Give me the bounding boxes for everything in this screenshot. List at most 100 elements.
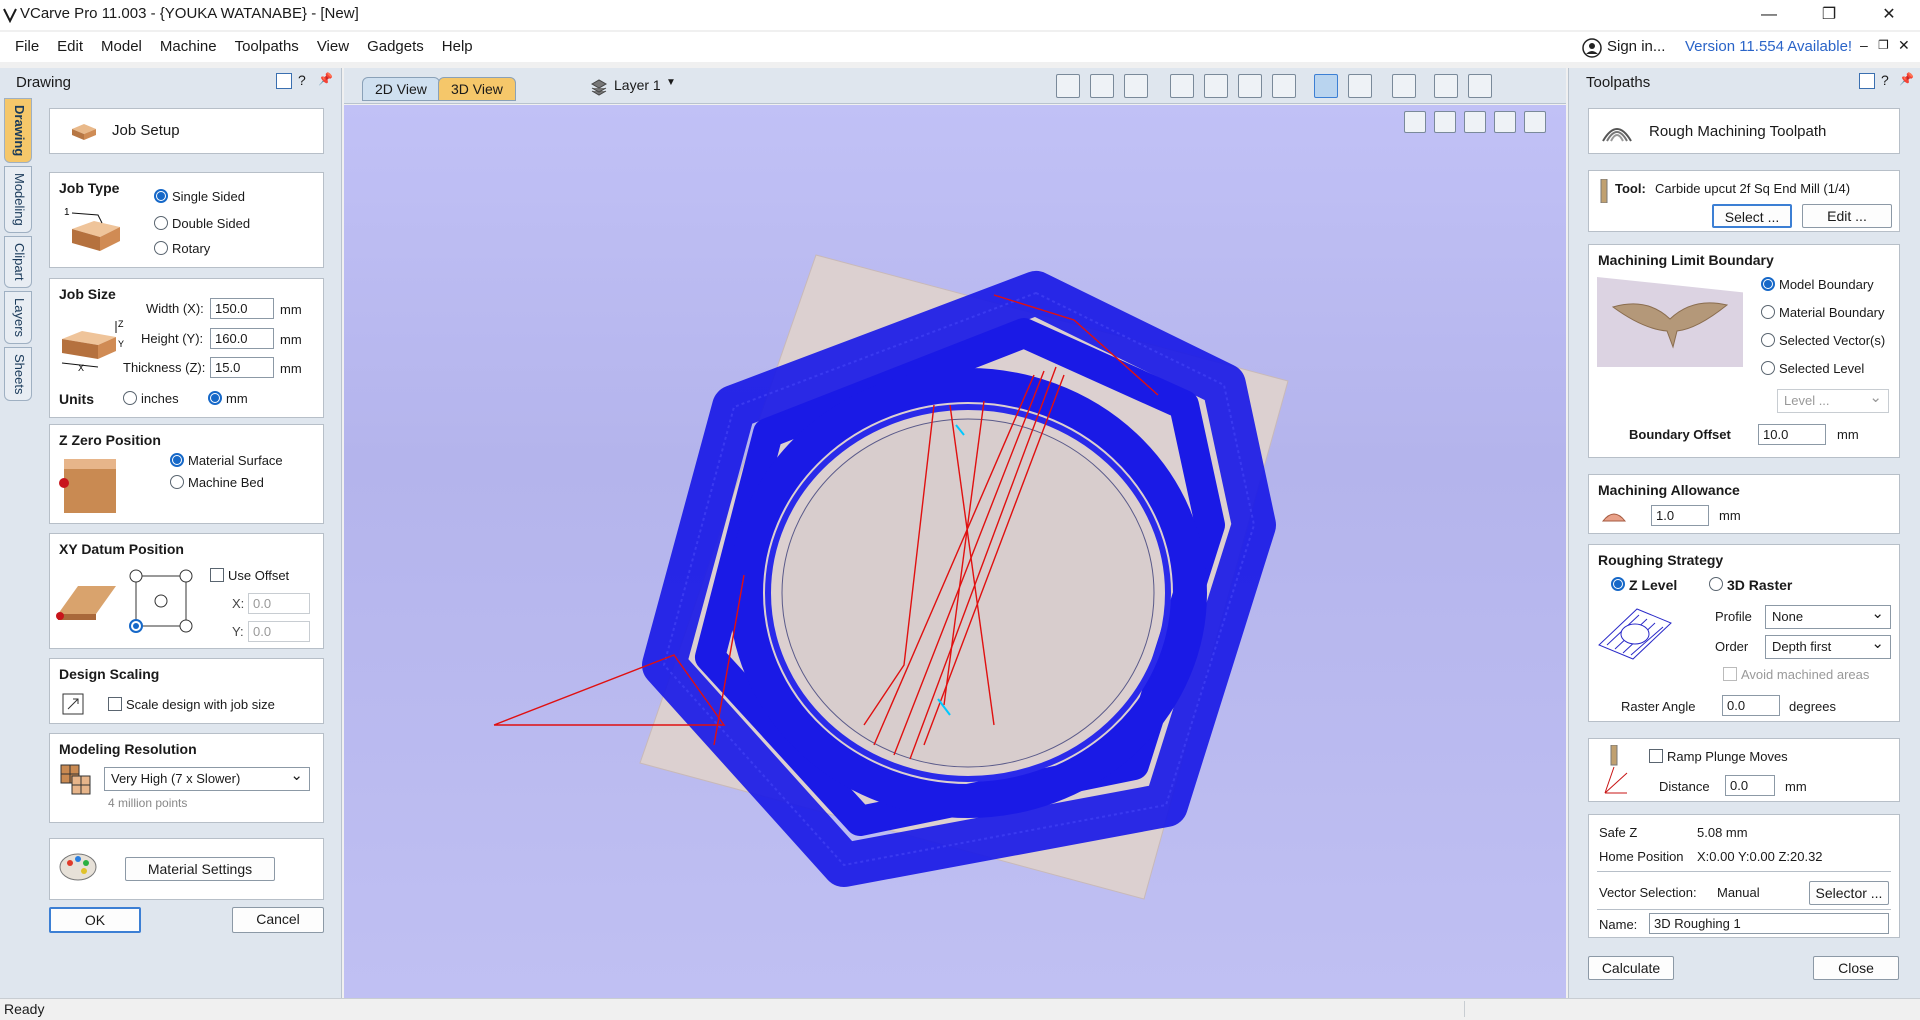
allowance-input[interactable]: 1.0 xyxy=(1651,505,1709,526)
show-toolpath-icon[interactable] xyxy=(1314,74,1338,98)
toolpath-header-title: Rough Machining Toolpath xyxy=(1649,123,1827,140)
mm-radio[interactable] xyxy=(208,391,222,405)
menu-gadgets[interactable]: Gadgets xyxy=(358,32,433,61)
tab-2d-view[interactable]: 2D View xyxy=(362,77,440,101)
z-level-radio[interactable] xyxy=(1611,577,1625,591)
view-xyz-icon[interactable] xyxy=(1434,111,1456,133)
split-vertical-icon[interactable] xyxy=(1468,74,1492,98)
double-sided-radio[interactable] xyxy=(154,216,168,230)
menu-help[interactable]: Help xyxy=(433,32,482,61)
tab-clipart[interactable]: Clipart xyxy=(4,236,32,288)
draw-line-icon[interactable] xyxy=(1056,74,1080,98)
menu-edit[interactable]: Edit xyxy=(48,32,92,61)
height-input[interactable]: 160.0 xyxy=(210,328,274,349)
tab-drawing[interactable]: Drawing xyxy=(4,98,32,164)
calculate-button[interactable]: Calculate xyxy=(1588,956,1674,980)
selector-button[interactable]: Selector ... xyxy=(1809,881,1889,905)
menu-model[interactable]: Model xyxy=(92,32,151,61)
width-input[interactable]: 150.0 xyxy=(210,298,274,319)
boundary-offset-input[interactable]: 10.0 xyxy=(1758,424,1826,445)
machine-bed-radio[interactable] xyxy=(170,475,184,489)
sign-in-link[interactable]: Sign in... xyxy=(1607,38,1665,55)
toolpath-header: Rough Machining Toolpath xyxy=(1588,108,1900,154)
tab-layers[interactable]: Layers xyxy=(4,290,32,344)
inches-label: inches xyxy=(141,391,179,406)
profile-select[interactable]: None xyxy=(1765,604,1891,629)
tab-3d-view[interactable]: 3D View xyxy=(438,77,516,101)
split-horizontal-icon[interactable] xyxy=(1434,74,1458,98)
inches-radio[interactable] xyxy=(123,391,137,405)
thickness-input[interactable]: 15.0 xyxy=(210,357,274,378)
mm-label: mm xyxy=(226,391,248,406)
tab-sheets[interactable]: Sheets xyxy=(4,346,32,402)
version-available-link[interactable]: Version 11.554 Available! xyxy=(1685,38,1852,55)
grid-icon[interactable] xyxy=(1124,74,1148,98)
resolution-select[interactable]: Very High (7 x Slower) xyxy=(104,766,310,791)
tool-select-button[interactable]: Select ... xyxy=(1712,204,1792,228)
tab-modeling[interactable]: Modeling xyxy=(4,166,32,234)
toolpath-render[interactable] xyxy=(344,105,1566,998)
tool-name: Carbide upcut 2f Sq End Mill (1/4) xyxy=(1655,181,1851,196)
material-settings-button[interactable]: Material Settings xyxy=(125,857,275,881)
iso-view-icon[interactable] xyxy=(1404,111,1426,133)
raster-angle-input[interactable]: 0.0 xyxy=(1722,695,1780,716)
right-help-icon[interactable]: ? xyxy=(1881,72,1889,88)
pin-icon[interactable]: 📌 xyxy=(318,72,333,86)
menu-view[interactable]: View xyxy=(308,32,358,61)
machining-limit-section: Machining Limit Boundary Model Boundary … xyxy=(1588,244,1900,458)
offset-x-input[interactable]: 0.0 xyxy=(248,593,310,614)
panel-pin-toggle-icon[interactable] xyxy=(276,73,292,89)
order-select[interactable]: Depth first xyxy=(1765,634,1891,659)
job-type-section: Job Type 1 Single Sided Double Sided Rot… xyxy=(49,172,324,268)
layer-dropdown-icon[interactable]: ▼ xyxy=(666,77,676,88)
pan-icon[interactable] xyxy=(1170,74,1194,98)
zoom-in-icon[interactable] xyxy=(1238,74,1262,98)
mdi-close-button[interactable]: ✕ xyxy=(1898,37,1910,54)
zoom-box-icon[interactable] xyxy=(1204,74,1228,98)
model-boundary-radio[interactable] xyxy=(1761,277,1775,291)
ramp-distance-input[interactable]: 0.0 xyxy=(1725,775,1775,796)
minimize-button[interactable]: — xyxy=(1740,0,1798,30)
selected-level-radio[interactable] xyxy=(1761,361,1775,375)
offset-x-label: X: xyxy=(232,596,245,611)
use-offset-checkbox[interactable] xyxy=(210,568,224,582)
cancel-button[interactable]: Cancel xyxy=(232,907,324,933)
toolpaths-panel: Toolpaths ? 📌 Rough Machining Toolpath T… xyxy=(1568,68,1920,998)
3d-view-canvas[interactable] xyxy=(344,105,1566,998)
view-layout-icon[interactable] xyxy=(1090,74,1114,98)
mdi-restore-button[interactable]: ❐ xyxy=(1878,38,1889,52)
ramp-plunge-checkbox[interactable] xyxy=(1649,749,1663,763)
menu-file[interactable]: File xyxy=(6,32,48,61)
light-bulb-icon[interactable] xyxy=(1392,74,1416,98)
ok-button[interactable]: OK xyxy=(49,907,141,933)
view-x-icon[interactable] xyxy=(1494,111,1516,133)
material-boundary-radio[interactable] xyxy=(1761,305,1775,319)
right-pin-icon[interactable]: 📌 xyxy=(1899,72,1914,86)
toolpath-preview-icon[interactable] xyxy=(1348,74,1372,98)
scale-design-checkbox[interactable] xyxy=(108,697,122,711)
mdi-minimize-button[interactable]: – xyxy=(1860,37,1868,53)
menu-toolpaths[interactable]: Toolpaths xyxy=(226,32,308,61)
close-button[interactable]: Close xyxy=(1813,956,1899,980)
layer-selector[interactable]: Layer 1 xyxy=(614,77,661,93)
material-surface-radio[interactable] xyxy=(170,453,184,467)
zoom-extents-icon[interactable] xyxy=(1272,74,1296,98)
3d-raster-radio[interactable] xyxy=(1709,577,1723,591)
level-select[interactable]: Level ... xyxy=(1777,388,1889,413)
raster-angle-label: Raster Angle xyxy=(1621,699,1696,714)
toolpath-name-input[interactable]: 3D Roughing 1 xyxy=(1649,913,1889,934)
selected-vectors-radio[interactable] xyxy=(1761,333,1775,347)
rotary-radio[interactable] xyxy=(154,241,168,255)
maximize-button[interactable]: ❐ xyxy=(1800,0,1858,30)
xy-datum-icon xyxy=(56,586,116,620)
menu-machine[interactable]: Machine xyxy=(151,32,226,61)
avoid-machined-checkbox[interactable] xyxy=(1723,667,1737,681)
right-panel-toggle-icon[interactable] xyxy=(1859,73,1875,89)
single-sided-radio[interactable] xyxy=(154,189,168,203)
offset-y-input[interactable]: 0.0 xyxy=(248,621,310,642)
help-icon[interactable]: ? xyxy=(298,72,306,88)
view-y-icon[interactable] xyxy=(1524,111,1546,133)
tool-edit-button[interactable]: Edit ... xyxy=(1802,204,1892,228)
close-window-button[interactable]: ✕ xyxy=(1860,0,1918,30)
view-z-icon[interactable] xyxy=(1464,111,1486,133)
